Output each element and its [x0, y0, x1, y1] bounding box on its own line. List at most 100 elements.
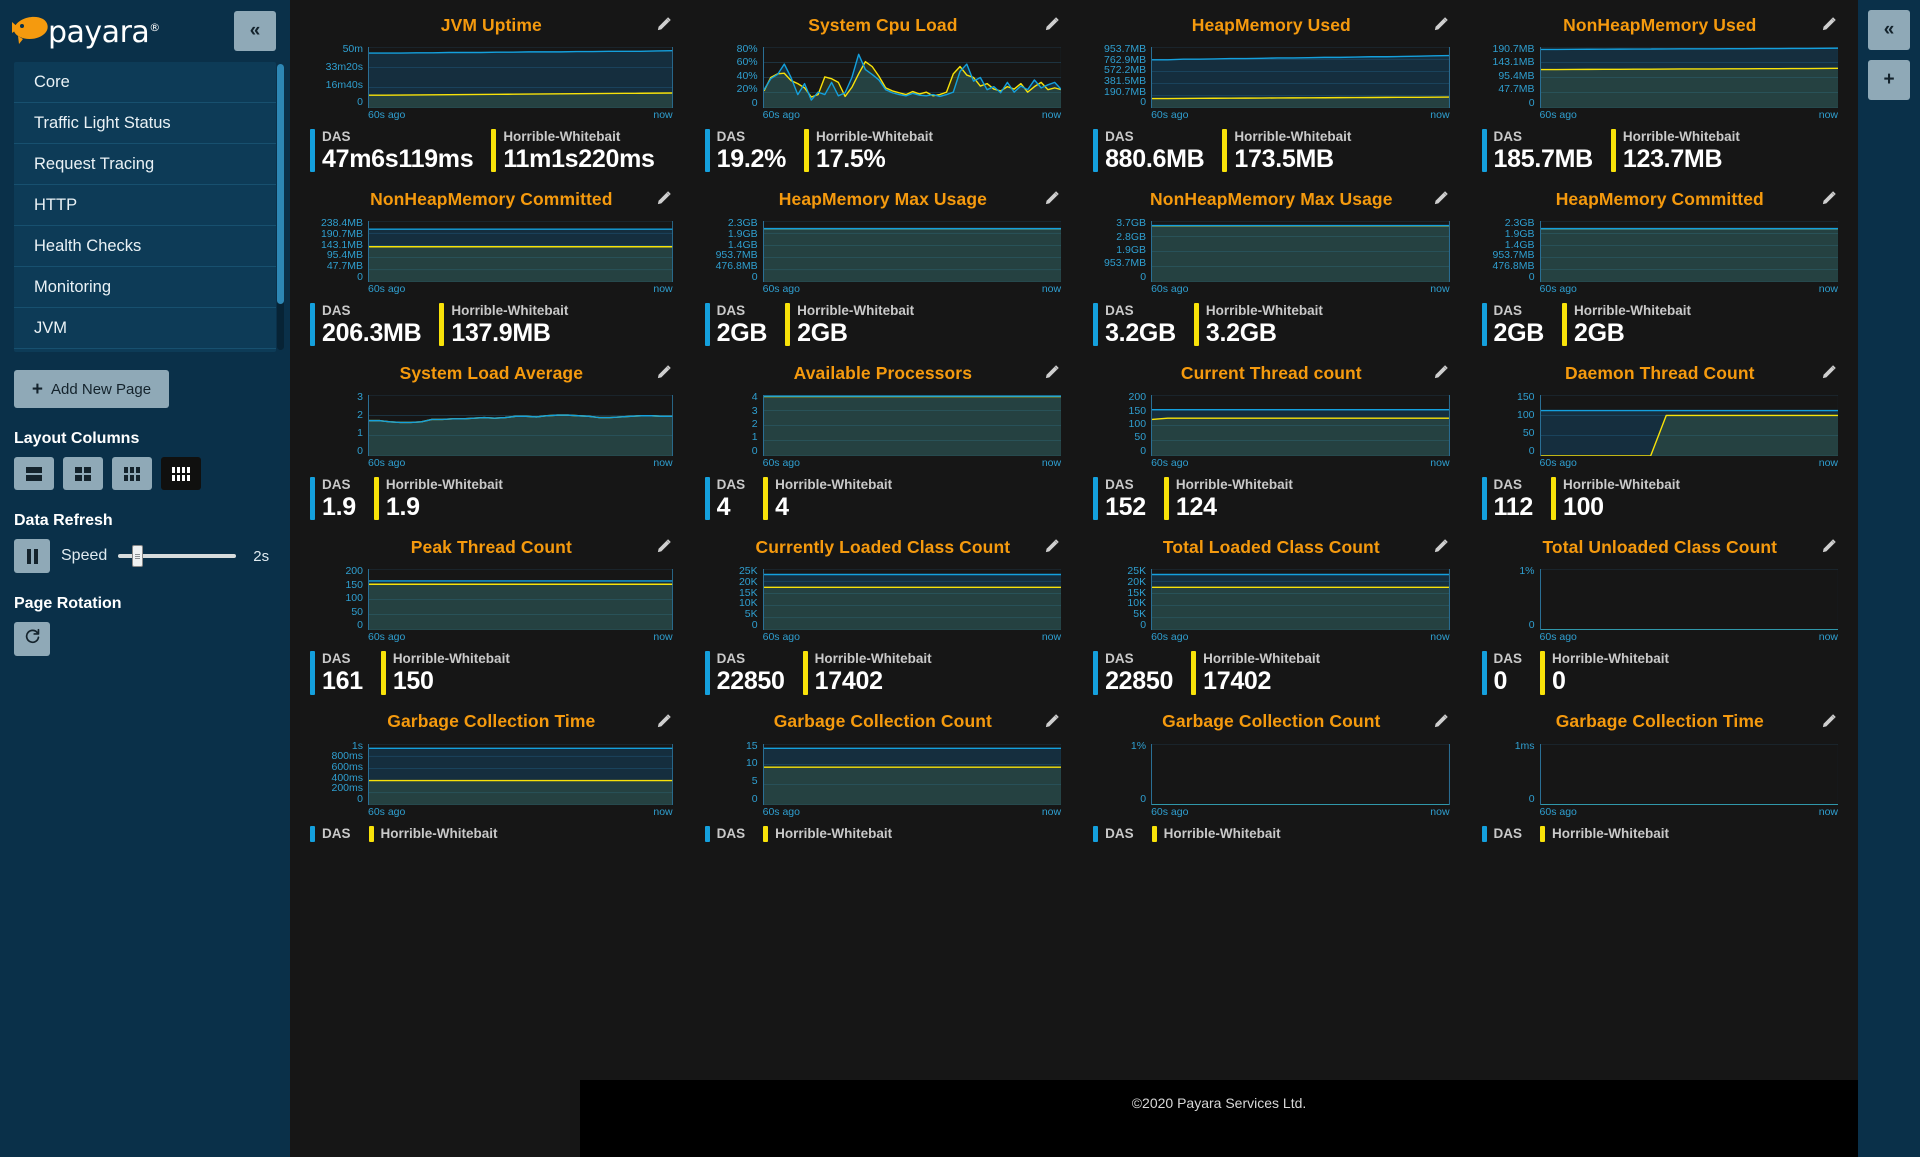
chart-area: 25K 20K 15K 10K 5K 0 60s ago now [1093, 566, 1450, 644]
sidebar-item-traffic-light-status[interactable]: Traffic Light Status [14, 103, 276, 144]
legend-texts: Horrible-Whitebait 137.9MB [444, 303, 586, 346]
layout-one-column-button[interactable] [14, 457, 54, 490]
x-axis-tick: now [653, 283, 673, 296]
legend-texts: Horrible-Whitebait 2GB [790, 303, 932, 346]
grid-cell [124, 474, 128, 481]
brand-name: payara® [48, 15, 160, 50]
edit-pencil-icon[interactable] [1432, 712, 1450, 730]
edit-pencil-icon[interactable] [1820, 537, 1838, 555]
edit-pencil-icon[interactable] [1432, 15, 1450, 33]
edit-pencil-icon[interactable] [1043, 363, 1061, 381]
y-axis-labels: 25K 20K 15K 10K 5K 0 [705, 566, 763, 630]
edit-pencil-icon[interactable] [1820, 189, 1838, 207]
layout-columns-label: Layout Columns [14, 430, 140, 447]
edit-pencil-icon[interactable] [1043, 712, 1061, 730]
widget-garbage-collection-time: Garbage Collection Time 1s 800ms 600ms 400ms… [294, 703, 689, 851]
plot-canvas [368, 47, 673, 108]
chart-area: 1ms 0 60s ago now [1482, 740, 1838, 819]
add-new-page-label: Add New Page [51, 380, 152, 398]
chart-area: 2.3GB 1.9GB 1.4GB 953.7MB 476.8MB 0 60s ago now [705, 218, 1062, 296]
edit-pencil-icon[interactable] [1820, 363, 1838, 381]
edit-pencil-icon[interactable] [1432, 189, 1450, 207]
edit-pencil-icon[interactable] [1043, 15, 1061, 33]
sidebar-scrollbar[interactable] [277, 64, 284, 350]
widget-header: Garbage Collection Time [310, 707, 673, 737]
x-axis-labels: 60s ago now [763, 806, 1061, 819]
x-axis-tick: 60s ago [762, 457, 800, 470]
legend-series-name: Horrible-Whitebait [1574, 303, 1692, 319]
speed-slider-thumb[interactable] [132, 545, 144, 567]
plot-canvas [1151, 221, 1450, 283]
x-axis-labels: 60s ago now [368, 457, 673, 470]
y-axis-tick: 2.8GB [1116, 230, 1147, 243]
edit-pencil-icon[interactable] [1043, 537, 1061, 555]
widget-system-load-average: System Load Average 3 2 1 0 60s ago now DAS 1.9 H… [294, 354, 689, 528]
layout-columns-options[interactable] [14, 457, 290, 490]
widget-legend: DAS Horrible-Whitebait [1481, 825, 1838, 843]
grid-cell [172, 474, 175, 481]
widget-garbage-collection-time: Garbage Collection Time 1ms 0 60s ago now DAS… [1466, 703, 1854, 851]
layout-grid-icon [172, 466, 190, 481]
edit-pencil-icon[interactable] [655, 15, 673, 33]
layout-two-column-button[interactable] [63, 457, 103, 490]
page-rotation-toggle-button[interactable] [14, 622, 50, 656]
edit-pencil-icon[interactable] [1820, 15, 1838, 33]
grid-cell [84, 466, 91, 473]
sidebar-item-core[interactable]: Core [14, 62, 276, 103]
legend-item: DAS 4 [704, 477, 764, 520]
y-axis-tick: 0 [751, 270, 758, 283]
edit-pencil-icon[interactable] [1820, 712, 1838, 730]
sidebar-item-health-checks[interactable]: Health Checks [14, 226, 276, 267]
chart-area: 953.7MB 762.9MB 572.2MB 381.5MB 190.7MB 0 60s … [1093, 44, 1450, 122]
widget-title: HeapMemory Committed [1555, 188, 1764, 209]
edit-pencil-icon[interactable] [655, 712, 673, 730]
plot-canvas [1151, 569, 1450, 631]
layout-four-column-button[interactable] [161, 457, 201, 490]
legend-texts: DAS 206.3MB [315, 303, 439, 346]
layout-three-column-button[interactable] [112, 457, 152, 490]
x-axis-tick: now [653, 109, 673, 121]
widget-header: HeapMemory Committed [1482, 184, 1838, 214]
pause-button[interactable] [14, 539, 50, 573]
edit-pencil-icon[interactable] [1432, 537, 1450, 555]
x-axis-tick: 60s ago [368, 805, 406, 818]
sidebar-nav-list[interactable]: Core Traffic Light Status Request Tracing H… [14, 62, 276, 352]
sidebar-scrollbar-thumb[interactable] [277, 64, 284, 304]
sidebar-item-monitoring[interactable]: Monitoring [14, 267, 276, 308]
sidebar-item-request-tracing[interactable]: Request Tracing [14, 144, 276, 185]
sidebar-item-http[interactable]: HTTP [14, 185, 276, 226]
legend-item: Horrible-Whitebait 4 [763, 477, 910, 520]
y-axis-tick: 0 [751, 96, 758, 109]
y-axis-tick: 2 [357, 409, 363, 422]
sidebar-collapse-button[interactable]: « [234, 11, 276, 51]
y-axis-tick: 476.8MB [715, 259, 758, 272]
sidebar-item-jvm[interactable]: JVM [14, 308, 276, 349]
y-axis-tick: 0 [357, 792, 363, 805]
widget-title: Available Processors [793, 362, 973, 383]
y-axis-tick: 1.9GB [1504, 227, 1535, 240]
edit-pencil-icon[interactable] [655, 363, 673, 381]
y-axis-tick: 2 [751, 418, 758, 430]
y-axis-tick: 600ms [331, 760, 363, 773]
edit-pencil-icon[interactable] [1432, 363, 1450, 381]
edit-pencil-icon[interactable] [655, 189, 673, 207]
widget-garbage-collection-count: Garbage Collection Count 1% 0 60s ago now DAS… [1077, 703, 1465, 851]
widget-header: NonHeapMemory Used [1482, 10, 1838, 40]
x-axis-tick: now [1430, 631, 1450, 644]
legend-item: Horrible-Whitebait 0 [1540, 651, 1687, 695]
sidebar-item-sql[interactable]: SQL [14, 349, 276, 352]
grid-cell [130, 474, 134, 481]
legend-item: Horrible-Whitebait 137.9MB [439, 303, 586, 346]
widget-title: NonHeapMemory Max Usage [1150, 188, 1393, 209]
speed-slider[interactable] [118, 545, 237, 567]
right-rail-collapse-button[interactable]: « [1868, 10, 1910, 50]
widget-grid: JVM Uptime 50m 33m20s 16m40s 0 60s ago now DAS 4… [290, 0, 1858, 850]
sidebar-item-label: JVM [34, 318, 67, 337]
edit-pencil-icon[interactable] [655, 537, 673, 555]
add-new-page-button[interactable]: + Add New Page [14, 370, 169, 408]
x-axis-labels: 60s ago now [1151, 109, 1449, 122]
y-axis-tick: 1.9GB [727, 227, 758, 240]
edit-pencil-icon[interactable] [1043, 189, 1061, 207]
legend-series-value: 17402 [1203, 667, 1272, 696]
right-rail-add-button[interactable]: + [1868, 60, 1910, 100]
